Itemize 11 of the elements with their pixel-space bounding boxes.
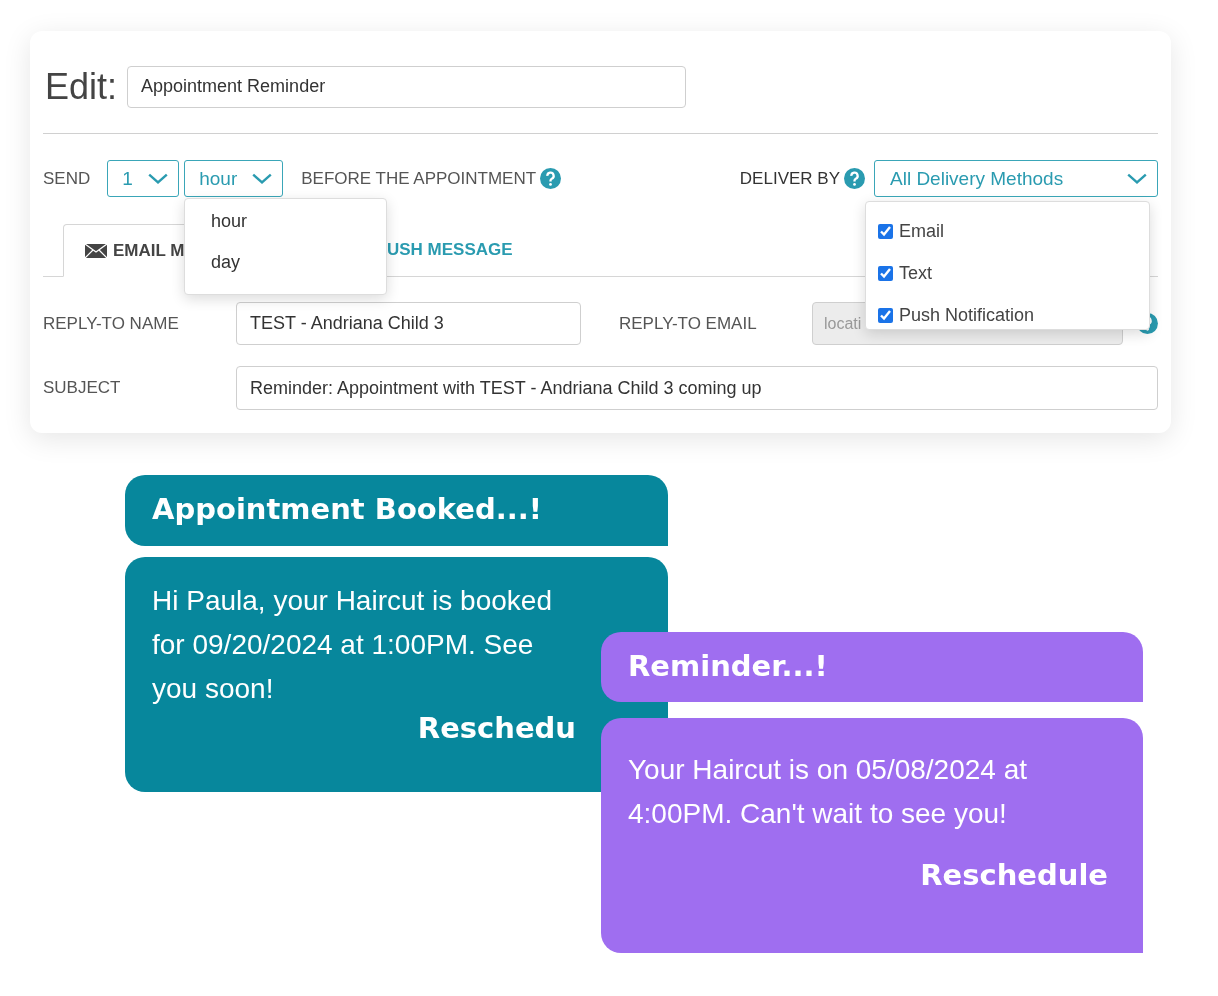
send-label: SEND [43,168,91,189]
edit-heading: Edit: [45,65,118,108]
before-label: BEFORE THE APPOINTMENT [301,168,537,189]
field-label: REPLY-TO NAME [43,313,180,334]
field-label: REPLY-TO EMAIL [619,313,758,334]
message-text: Hi Paula, your Haircut is booked for 09/20/2024 at 1:00PM. See you soon! [152,584,553,706]
message-text: Your Haircut is on 05/08/2024 at 4:00PM. Can't wait to see you! [628,753,1028,831]
message-title: Appointment Booked...! [125,475,668,546]
field-label: SUBJECT [43,378,122,398]
deliver-by-label: DELIVER BY [739,168,840,189]
message-title: Reminder...! [601,632,1143,702]
